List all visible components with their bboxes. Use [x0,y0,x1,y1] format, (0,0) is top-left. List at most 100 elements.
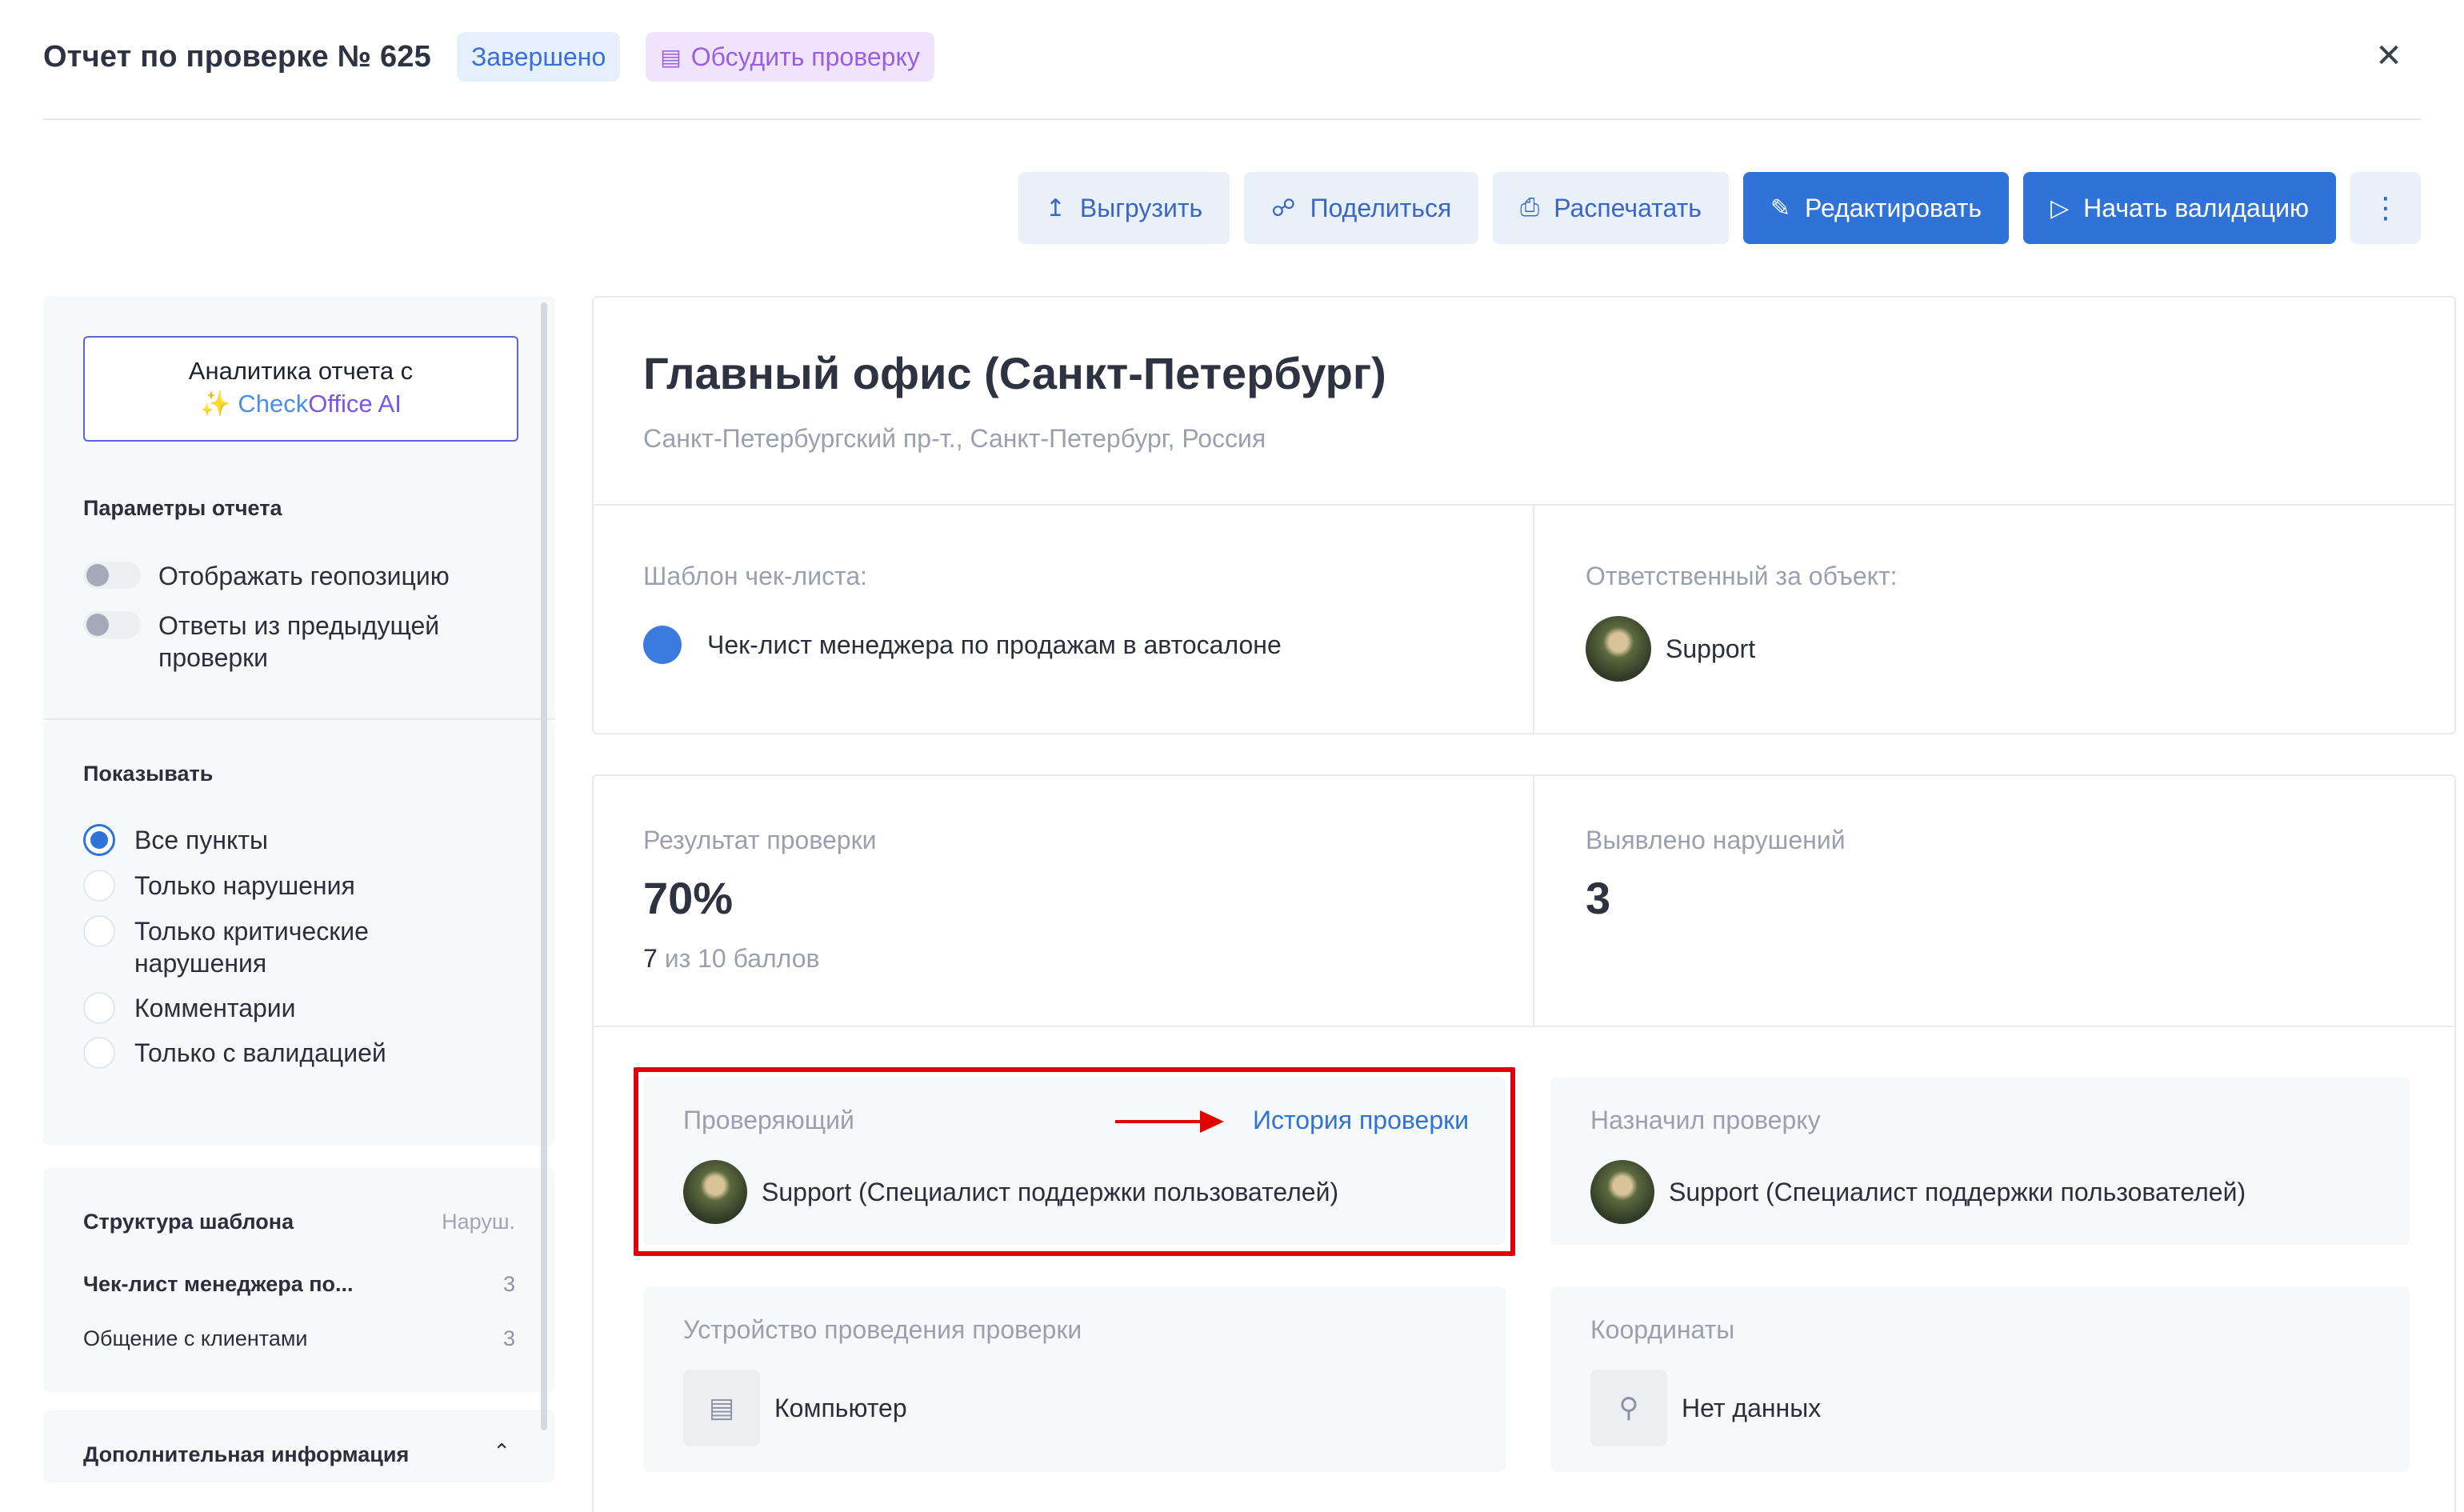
radio-violations-label: Только нарушения [134,871,355,900]
template-name: Чек-лист менеджера по продажам в автосал… [707,630,1282,659]
upload-icon: ↥ [1045,194,1066,222]
sidebar-scrollbar[interactable] [541,302,547,1430]
share-icon: ☍ [1271,194,1296,222]
toggle-geo-label: Отображать геопозицию [158,562,450,590]
toggle-geo-row: Отображать геопозицию [83,560,494,592]
result-score: 7 из 10 баллов [643,944,820,974]
toggle-geo[interactable] [83,562,141,589]
coords-value: ⚲ Нет данных [1590,1370,1821,1446]
structure-violations-col: Наруш. [442,1210,515,1234]
results-vdivider [1533,776,1534,1027]
assigned-name: Support (Специалист поддержки пользовате… [1669,1177,2246,1206]
structure-row[interactable]: Чек-лист менеджера по... 3 [83,1272,515,1297]
status-badge: Завершено [456,32,621,82]
radio-critical[interactable]: Только критические нарушения [83,915,470,979]
structure-row-name: Общение с клиентами [83,1326,308,1350]
share-button[interactable]: ☍ Поделиться [1244,172,1479,244]
print-button[interactable]: ⎙ Распечатать [1493,172,1729,244]
device-tile: Устройство проведения проверки ▤ Компьют… [643,1286,1506,1472]
highlight-box [634,1067,1515,1256]
report-page: Отчет по проверке № 625 Завершено ▤ Обсу… [0,0,2464,1512]
export-label: Выгрузить [1079,193,1203,222]
office-address: Санкт-Петербургский пр-т., Санкт-Петербу… [643,424,1266,453]
responsible-value: Support [1586,616,1755,682]
assigned-label: Назначил проверку [1590,1106,1821,1134]
edit-button[interactable]: ✎ Редактировать [1742,172,2010,244]
computer-icon: ▤ [683,1370,760,1446]
show-filter-panel: Показывать Все пункты Только нарушения Т… [43,720,555,1146]
device-value: ▤ Компьютер [683,1370,907,1446]
structure-row-count: 3 [502,1272,515,1296]
radio-comments-label: Комментарии [134,994,296,1022]
result-value: 70% [643,873,734,923]
results-card: Результат проверки 70% 7 из 10 баллов Вы… [592,774,2456,1512]
print-label: Распечатать [1554,193,1702,222]
avatar [1590,1160,1654,1224]
structure-row[interactable]: Общение с клиентами 3 [83,1326,515,1351]
validate-label: Начать валидацию [2083,193,2309,222]
toggle-prev[interactable] [83,611,141,638]
structure-row-name: Чек-лист менеджера по... [83,1272,354,1296]
ai-analytics-line1: Аналитика отчета с [188,357,414,385]
template-value[interactable]: Чек-лист менеджера по продажам в автосал… [643,626,1282,664]
violations-label: Выявлено нарушений [1586,826,1846,854]
radio-validation-label: Только с валидацией [134,1038,386,1067]
additional-info-panel[interactable]: Дополнительная информация ⌃ [43,1410,555,1482]
chat-icon: ▤ [660,44,682,70]
radio-violations[interactable]: Только нарушения [83,870,470,902]
map-pin-icon: ⚲ [1590,1370,1667,1446]
results-divider [594,1026,2454,1027]
responsible-label: Ответственный за объект: [1586,562,1898,590]
object-card: Главный офис (Санкт-Петербург) Санкт-Пет… [592,296,2456,734]
export-button[interactable]: ↥ Выгрузить [1018,172,1230,244]
structure-title: Структура шаблона [83,1210,294,1234]
report-header: Отчет по проверке № 625 Завершено ▤ Обсу… [43,29,2421,85]
radio-violations-control[interactable] [83,870,115,902]
avatar [1586,616,1651,682]
radio-critical-label: Только критические нарушения [134,917,369,978]
more-options-icon[interactable]: ⋮ [2350,172,2421,244]
coords-text: Нет данных [1682,1393,1822,1422]
radio-all[interactable]: Все пункты [83,824,470,856]
discuss-button[interactable]: ▤ Обсудить проверку [646,32,934,82]
close-icon[interactable]: ✕ [2366,34,2411,78]
radio-comments[interactable]: Комментарии [83,992,470,1024]
card-divider [594,504,2454,506]
start-validation-button[interactable]: ▷ Начать валидацию [2023,172,2336,244]
params-title: Параметры отчета [83,496,282,520]
ai-brand-office: Office AI [308,390,402,418]
assigned-value: Support (Специалист поддержки пользовате… [1590,1160,2246,1224]
page-title: Отчет по проверке № 625 [43,39,431,74]
radio-all-label: Все пункты [134,826,269,854]
header-divider [43,118,2421,120]
toggle-prev-label: Ответы из предыдущей проверки [158,611,440,672]
result-score-rest: из 10 баллов [664,944,820,973]
template-label: Шаблон чек-листа: [643,562,868,590]
radio-critical-control[interactable] [83,915,115,947]
radio-validation-control[interactable] [83,1037,115,1069]
assigned-tile: Назначил проверку Support (Специалист по… [1550,1077,2410,1245]
ai-analytics-button[interactable]: Аналитика отчета с ✨ CheckOffice AI [83,336,518,442]
discuss-label: Обсудить проверку [690,42,920,71]
chevron-up-icon[interactable]: ⌃ [493,1439,510,1464]
violations-value: 3 [1586,873,1611,923]
additional-info-title: Дополнительная информация [83,1442,410,1466]
pencil-icon: ✎ [1770,194,1791,222]
card-vdivider [1533,506,1534,734]
sidebar: Аналитика отчета с ✨ CheckOffice AI Пара… [43,296,555,1482]
radio-all-control[interactable] [83,824,115,856]
template-structure-panel: Структура шаблона Наруш. Чек-лист менедж… [43,1168,555,1392]
result-score-num: 7 [643,944,658,973]
office-name: Главный офис (Санкт-Петербург) [643,348,1386,398]
device-label: Устройство проведения проверки [683,1315,1082,1344]
radio-validation[interactable]: Только с валидацией [83,1037,470,1069]
sparkle-icon: ✨ [200,390,231,418]
printer-icon: ⎙ [1520,194,1540,221]
show-title: Показывать [83,762,214,786]
toolbar: ↥ Выгрузить ☍ Поделиться ⎙ Распечатать ✎… [1018,172,2421,244]
structure-row-count: 3 [502,1326,515,1350]
toggle-prev-row: Ответы из предыдущей проверки [83,610,494,674]
radio-comments-control[interactable] [83,992,115,1024]
device-name: Компьютер [774,1393,907,1422]
responsible-name: Support [1666,634,1756,663]
